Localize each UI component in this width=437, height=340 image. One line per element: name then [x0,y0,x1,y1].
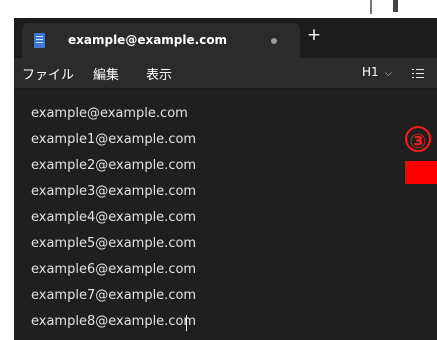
tab-title: example@example.com [68,33,228,47]
text-editor[interactable]: example@example.com example1@example.com… [14,89,437,340]
red-highlight-box [405,161,437,184]
text-line: example2@example.com [31,158,197,173]
chevron-down-icon: ⌵ [384,68,393,79]
notepad-icon [34,33,45,48]
menu-view[interactable]: 表示 [146,64,172,83]
text-line: example4@example.com [31,210,197,225]
step-number-annotation: ③ [405,126,431,153]
bullet-list-icon[interactable] [412,69,424,78]
text-caret [186,315,187,331]
background-line [393,0,398,12]
new-tab-button[interactable]: + [305,25,323,45]
text-line: example5@example.com [31,236,197,251]
text-line: example@example.com [31,106,188,121]
menu-file[interactable]: ファイル [22,64,74,83]
heading-dropdown[interactable]: H1 ⌵ [362,65,392,79]
text-line: example3@example.com [31,184,197,199]
unsaved-dot-icon[interactable] [271,38,277,44]
menu-bar: ファイル 編集 表示 H1 ⌵ [14,58,437,88]
text-line: example7@example.com [31,288,197,303]
text-line: example8@example.com [31,314,197,329]
menu-edit[interactable]: 編集 [93,64,119,83]
document-tab[interactable]: example@example.com [22,23,300,58]
notepad-window: example@example.com + ファイル 編集 表示 H1 ⌵ exa… [14,18,437,340]
heading-value: H1 [362,65,379,79]
text-line: example1@example.com [31,132,197,147]
title-bar: example@example.com + [14,18,437,58]
background-line [370,0,372,14]
text-line: example6@example.com [31,262,197,277]
